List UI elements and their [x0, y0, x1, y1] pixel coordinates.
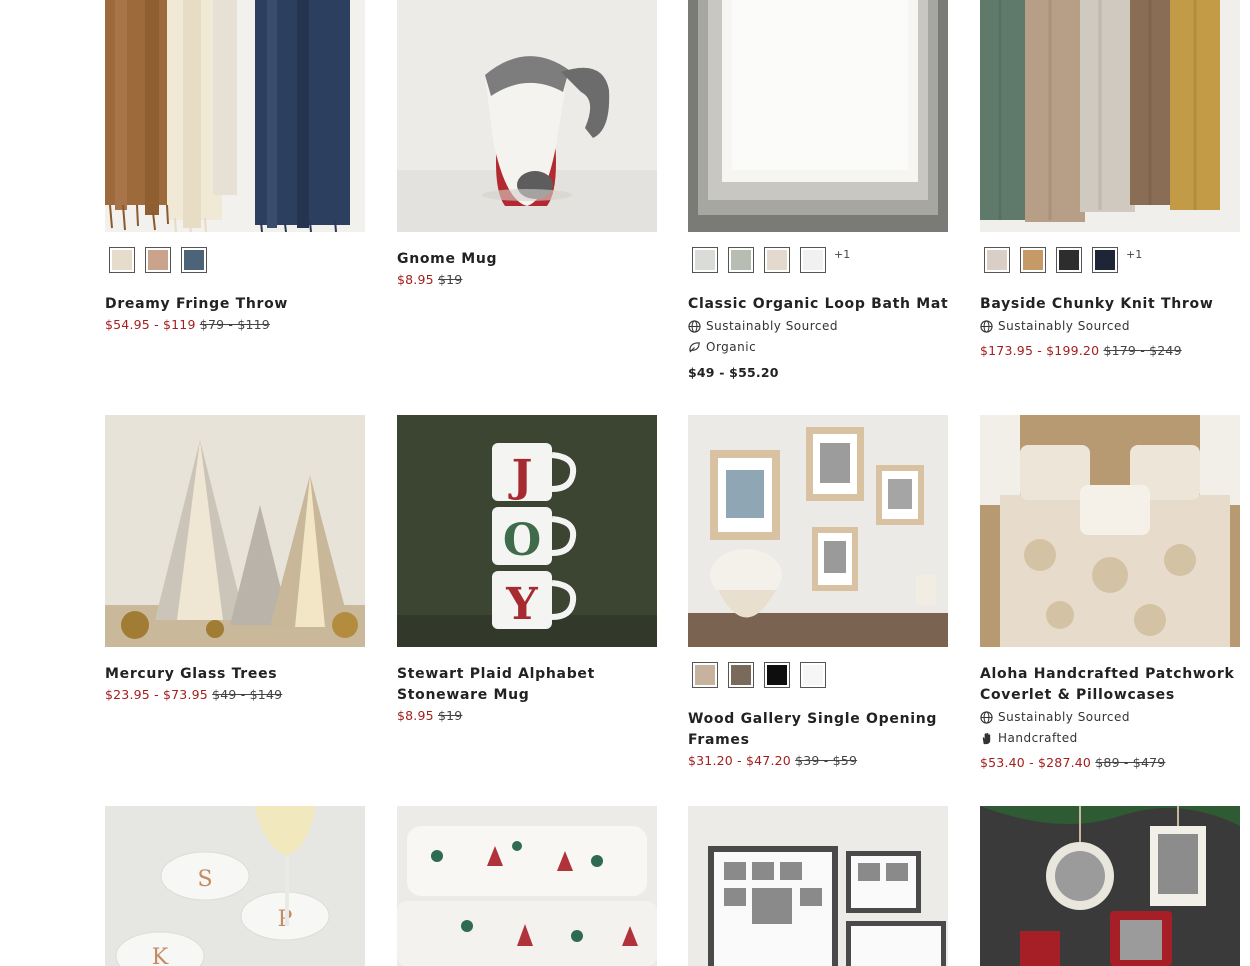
swatch-color	[148, 250, 168, 270]
attribute-sustainably-sourced: Sustainably Sourced	[980, 319, 1130, 333]
mug-letter: O	[503, 515, 541, 566]
original-price: $19	[437, 272, 463, 287]
attribute-label: Sustainably Sourced	[998, 710, 1131, 724]
attribute-handcrafted: Handcrafted	[980, 731, 1078, 745]
color-swatch[interactable]	[109, 247, 135, 273]
leaf-icon	[689, 341, 700, 353]
swatch-color	[1023, 250, 1043, 270]
swatch-color	[1059, 250, 1079, 270]
product-price: $53.40 - $287.40 $89 - $479	[980, 755, 1165, 770]
sale-price: $31.20 - $47.20	[688, 753, 791, 768]
product-price: $23.95 - $73.95 $49 - $149	[105, 687, 282, 702]
color-swatch[interactable]	[181, 247, 207, 273]
original-price: $79 - $119	[199, 317, 270, 332]
product-image-monogram-coasters[interactable]: S P K	[105, 806, 365, 966]
swatch-color	[1095, 250, 1115, 270]
regular-price: $49 - $55.20	[688, 365, 779, 380]
product-image-dreamy-fringe-throw[interactable]	[105, 0, 365, 232]
product-title[interactable]: Gnome Mug	[397, 249, 659, 270]
original-price: $19	[437, 708, 463, 723]
attribute-sustainably-sourced: Sustainably Sourced	[980, 710, 1130, 724]
product-title[interactable]: Bayside Chunky Knit Throw	[980, 294, 1242, 315]
attribute-label: Handcrafted	[998, 731, 1078, 745]
original-price: $49 - $149	[212, 687, 283, 702]
color-swatch[interactable]	[692, 662, 718, 688]
more-swatches-count[interactable]: +1	[834, 248, 850, 261]
product-price: $8.95 $19	[397, 272, 462, 287]
coaster-letter: K	[152, 945, 169, 966]
color-swatch[interactable]	[800, 662, 826, 688]
globe-icon	[688, 319, 701, 333]
original-price: $179 - $249	[1103, 343, 1182, 358]
swatch-color	[987, 250, 1007, 270]
globe-icon	[980, 319, 993, 333]
product-price: $31.20 - $47.20 $39 - $59	[688, 753, 857, 768]
sale-price: $54.95 - $119	[105, 317, 196, 332]
product-title[interactable]: Mercury Glass Trees	[105, 664, 367, 685]
swatch-color	[695, 250, 715, 270]
globe-icon	[980, 710, 993, 724]
product-title[interactable]: Wood Gallery Single Opening Frames	[688, 709, 950, 751]
product-image-stewart-mug[interactable]: J O Y	[397, 415, 657, 647]
swatch-color	[184, 250, 204, 270]
color-swatches	[692, 662, 836, 688]
sale-price: $53.40 - $287.40	[980, 755, 1092, 770]
color-swatch[interactable]	[764, 662, 790, 688]
product-title[interactable]: Aloha Handcrafted Patchwork Coverlet & P…	[980, 664, 1242, 706]
product-price: $8.95 $19	[397, 708, 462, 723]
product-title[interactable]: Stewart Plaid Alphabet Stoneware Mug	[397, 664, 659, 706]
product-image-gnome-mug[interactable]	[397, 0, 657, 232]
product-image-wood-gallery-frames[interactable]	[688, 415, 948, 647]
attribute-organic: Organic	[688, 340, 756, 354]
color-swatch[interactable]	[1020, 247, 1046, 273]
color-swatch[interactable]	[728, 662, 754, 688]
color-swatch[interactable]	[1092, 247, 1118, 273]
color-swatch[interactable]	[764, 247, 790, 273]
product-image-bath-mat[interactable]	[688, 0, 948, 232]
color-swatch[interactable]	[692, 247, 718, 273]
attribute-label: Sustainably Sourced	[998, 319, 1131, 333]
color-swatch[interactable]	[1056, 247, 1082, 273]
attribute-label: Organic	[706, 340, 757, 354]
color-swatch[interactable]	[728, 247, 754, 273]
more-swatches-count[interactable]: +1	[1126, 248, 1142, 261]
swatch-color	[767, 665, 787, 685]
product-image-gallery-collage-frames[interactable]	[688, 806, 948, 966]
color-swatch[interactable]	[800, 247, 826, 273]
sale-price: $173.95 - $199.20	[980, 343, 1100, 358]
color-swatches: +1	[692, 247, 850, 273]
swatch-color	[803, 665, 823, 685]
swatch-color	[731, 250, 751, 270]
swatch-color	[803, 250, 823, 270]
product-image-gnome-bedding[interactable]	[397, 806, 657, 966]
swatch-color	[112, 250, 132, 270]
product-price: $54.95 - $119 $79 - $119	[105, 317, 270, 332]
color-swatch[interactable]	[145, 247, 171, 273]
sale-price: $8.95	[397, 708, 434, 723]
attribute-label: Sustainably Sourced	[706, 319, 839, 333]
hand-icon	[982, 732, 991, 744]
product-image-aloha-coverlet[interactable]	[980, 415, 1240, 647]
sale-price: $8.95	[397, 272, 434, 287]
product-image-ornament-frames[interactable]	[980, 806, 1240, 966]
sale-price: $23.95 - $73.95	[105, 687, 208, 702]
original-price: $39 - $59	[795, 753, 858, 768]
attribute-sustainably-sourced: Sustainably Sourced	[688, 319, 838, 333]
product-price: $173.95 - $199.20 $179 - $249	[980, 343, 1182, 358]
color-swatches	[109, 247, 217, 273]
product-image-bayside-throw[interactable]	[980, 0, 1240, 232]
color-swatches: +1	[984, 247, 1142, 273]
original-price: $89 - $479	[1095, 755, 1166, 770]
coaster-letter: S	[197, 867, 212, 892]
swatch-color	[695, 665, 715, 685]
product-price: $49 - $55.20	[688, 365, 779, 380]
mug-letter: J	[508, 451, 533, 502]
product-title[interactable]: Dreamy Fringe Throw	[105, 294, 367, 315]
swatch-color	[767, 250, 787, 270]
product-image-mercury-glass-trees[interactable]	[105, 415, 365, 647]
color-swatch[interactable]	[984, 247, 1010, 273]
product-title[interactable]: Classic Organic Loop Bath Mat	[688, 294, 950, 315]
swatch-color	[731, 665, 751, 685]
mug-letter: Y	[505, 579, 538, 630]
